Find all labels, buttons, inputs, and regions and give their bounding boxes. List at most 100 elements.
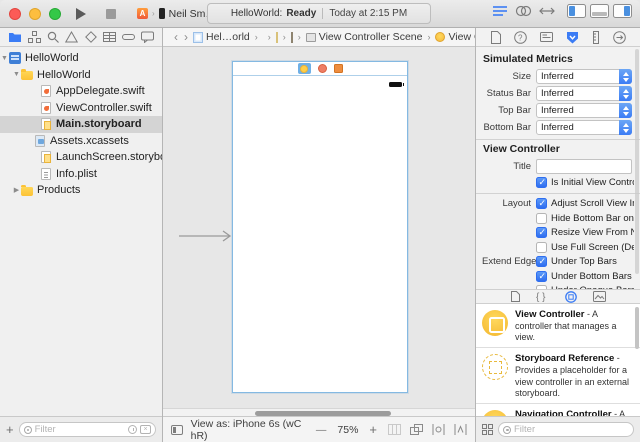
top-bar-dropdown[interactable]: Inferred: [536, 103, 632, 118]
embed-in-stack-icon[interactable]: [388, 424, 401, 435]
project-navigator-icon[interactable]: [8, 31, 22, 43]
file-inspector-icon[interactable]: [491, 31, 501, 44]
hide-bottom-bar-checkbox[interactable]: [536, 213, 547, 224]
stop-button[interactable]: [99, 4, 123, 24]
library-scrollbar-thumb[interactable]: [635, 307, 639, 349]
library-item-title: Storyboard Reference: [515, 353, 614, 364]
library-item-view-controller[interactable]: View Controller - A controller that mana…: [476, 304, 640, 348]
jumpbar-scene-segment[interactable]: View Controller Scene: [306, 31, 423, 43]
exit-icon[interactable]: [334, 64, 343, 73]
tree-label: HelloWorld: [37, 69, 91, 81]
disclosure-closed-icon[interactable]: ▶: [12, 186, 21, 194]
swift-file-icon: [41, 85, 51, 97]
code-snippet-library-icon[interactable]: { }: [536, 291, 549, 302]
toggle-navigator-button[interactable]: [567, 4, 586, 18]
tree-row-group[interactable]: ▶ Products: [0, 182, 162, 199]
object-library-icon[interactable]: [565, 291, 577, 303]
breakpoint-navigator-icon[interactable]: [122, 31, 135, 43]
disclosure-open-icon[interactable]: ▼: [12, 71, 21, 78]
align-icon[interactable]: [410, 424, 423, 435]
issue-navigator-icon[interactable]: [65, 31, 78, 43]
size-inspector-icon[interactable]: [592, 31, 600, 44]
zoom-level[interactable]: 75%: [337, 424, 358, 436]
source-control-filter-icon[interactable]: ×: [140, 425, 151, 434]
recent-files-icon[interactable]: [128, 425, 137, 434]
library-item-storyboard-reference[interactable]: Storyboard Reference - Provides a placeh…: [476, 348, 640, 404]
first-responder-icon[interactable]: [318, 64, 327, 73]
metric-row: Status BarInferred: [482, 85, 634, 102]
use-full-screen-checkbox[interactable]: [536, 242, 547, 253]
jumpbar-controller-segment[interactable]: View Controller: [435, 31, 475, 43]
status-bar-dropdown[interactable]: Inferred: [536, 86, 632, 101]
under-opaque-bars-checkbox[interactable]: [536, 285, 547, 289]
pin-icon[interactable]: [432, 424, 445, 435]
initial-view-controller-arrow[interactable]: [179, 229, 233, 243]
run-button[interactable]: [69, 4, 93, 24]
find-navigator-icon[interactable]: [47, 31, 59, 43]
root-view[interactable]: [233, 76, 407, 392]
svg-text:{ }: { }: [536, 292, 546, 302]
storyboard-canvas[interactable]: [163, 47, 475, 416]
size-dropdown[interactable]: Inferred: [536, 69, 632, 84]
tree-row-project[interactable]: ▼HelloWorld: [0, 50, 162, 67]
adjust-scroll-insets-checkbox[interactable]: [536, 198, 547, 209]
navigator-filter-field[interactable]: Filter ×: [19, 422, 156, 437]
is-initial-vc-checkbox[interactable]: [536, 177, 547, 188]
tree-row-file[interactable]: AppDelegate.swift: [0, 83, 162, 100]
checkbox-label: Under Top Bars: [551, 256, 617, 267]
toggle-debug-area-button[interactable]: [590, 4, 609, 18]
tree-row-file[interactable]: LaunchScreen.storyboard: [0, 149, 162, 166]
library-item-navigation-controller[interactable]: Navigation Controller - A controller tha…: [476, 404, 640, 416]
horizontal-scrollbar[interactable]: [163, 408, 475, 416]
minimize-button[interactable]: [29, 8, 41, 20]
zoom-button[interactable]: [49, 8, 61, 20]
under-bottom-bars-checkbox[interactable]: [536, 271, 547, 282]
standard-editor-button[interactable]: [492, 5, 508, 17]
zoom-out-button[interactable]: —: [313, 424, 330, 436]
resize-view-checkbox[interactable]: [536, 227, 547, 238]
zoom-in-button[interactable]: +: [366, 422, 380, 437]
debug-navigator-icon[interactable]: [103, 31, 116, 43]
tree-row-file-selected[interactable]: Main.storyboard: [0, 116, 162, 133]
media-library-icon[interactable]: [593, 291, 606, 302]
title-field[interactable]: [536, 159, 632, 174]
view-controller-dock-icon[interactable]: [298, 63, 311, 74]
symbol-navigator-icon[interactable]: [28, 31, 41, 43]
jumpbar-file-segment[interactable]: Hel…orld: [193, 31, 250, 43]
storyboard-reference-library-icon: [482, 354, 508, 380]
add-button[interactable]: +: [6, 422, 14, 437]
close-button[interactable]: [9, 8, 21, 20]
disclosure-open-icon[interactable]: ▼: [0, 55, 9, 62]
assistant-editor-button[interactable]: [515, 5, 532, 17]
quick-help-inspector-icon[interactable]: ?: [514, 31, 527, 44]
identity-inspector-icon[interactable]: [540, 31, 553, 43]
tree-row-file[interactable]: Info.plist: [0, 166, 162, 183]
device-configuration-button[interactable]: [171, 425, 183, 435]
bottom-bar-dropdown[interactable]: Inferred: [536, 120, 632, 135]
view-controller-scene[interactable]: [232, 61, 408, 393]
inspector-scrollbar-thumb[interactable]: [635, 49, 639, 274]
library-filter-field[interactable]: Filter: [498, 422, 634, 437]
stepper-icon: [619, 103, 632, 118]
view-as-label[interactable]: View as: iPhone 6s (wC hR): [191, 418, 305, 442]
connections-inspector-icon[interactable]: [613, 31, 626, 44]
tree-row-file[interactable]: Assets.xcassets: [0, 133, 162, 150]
tree-label: Products: [37, 184, 80, 196]
version-editor-button[interactable]: [539, 5, 555, 17]
under-top-bars-checkbox[interactable]: [536, 256, 547, 267]
scrollbar-thumb[interactable]: [255, 411, 391, 416]
report-navigator-icon[interactable]: [141, 31, 154, 43]
file-template-library-icon[interactable]: [511, 291, 520, 302]
test-navigator-icon[interactable]: [85, 31, 97, 43]
check-row: Use Full Screen (Deprec…: [482, 240, 634, 255]
storyboard-doc-icon[interactable]: [276, 32, 278, 43]
grid-view-icon[interactable]: [482, 424, 493, 435]
resolve-auto-layout-icon[interactable]: [454, 424, 467, 435]
back-button[interactable]: ‹: [173, 30, 179, 44]
toggle-inspector-button[interactable]: [613, 4, 632, 18]
forward-button[interactable]: ›: [183, 30, 189, 44]
attributes-inspector-icon[interactable]: [566, 31, 579, 44]
tree-row-group[interactable]: ▼ HelloWorld: [0, 67, 162, 84]
tree-row-file[interactable]: ViewController.swift: [0, 100, 162, 117]
base-doc-icon[interactable]: [291, 32, 293, 43]
